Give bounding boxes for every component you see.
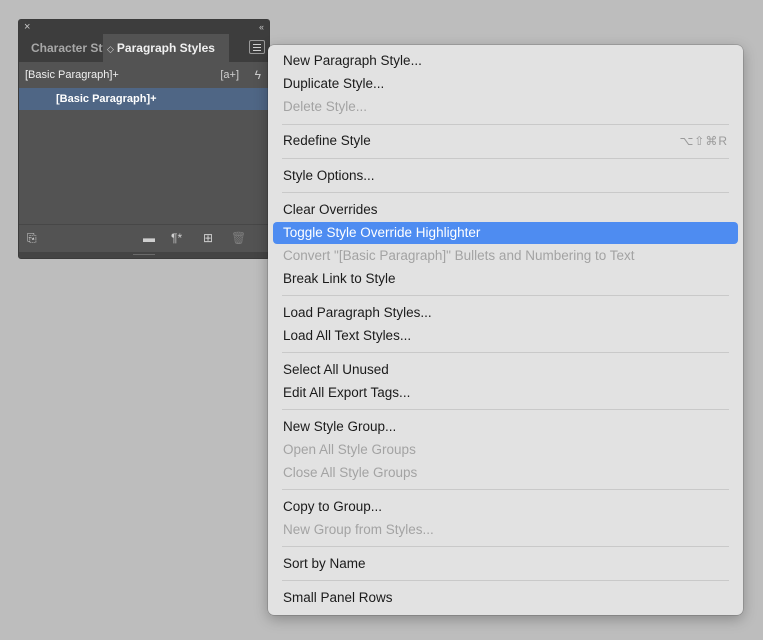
panel-menu-icon[interactable]: [249, 40, 265, 54]
redefine-style-shortcut: ⌥⇧⌘R: [679, 134, 728, 148]
panel-tab-bar: Character Styles ◇Paragraph Styles: [19, 34, 269, 62]
menu-item-toggle-override-highlighter[interactable]: Toggle Style Override Highlighter: [273, 222, 738, 244]
menu-item-clear-overrides[interactable]: Clear Overrides: [273, 199, 738, 221]
menu-item-small-panel-rows[interactable]: Small Panel Rows: [273, 587, 738, 609]
delete-icon[interactable]: 🗑: [231, 231, 246, 245]
menu-item-convert-bullets[interactable]: Convert "[Basic Paragraph]" Bullets and …: [273, 245, 738, 267]
menu-separator: [282, 124, 729, 125]
clear-overrides-icon[interactable]: ¶*: [171, 231, 182, 245]
menu-item-style-options[interactable]: Style Options...: [273, 165, 738, 187]
tab-character-styles[interactable]: Character Styles: [19, 34, 113, 62]
menu-item-redefine-style[interactable]: Redefine Style ⌥⇧⌘R: [273, 130, 738, 152]
tab-paragraph-styles-label: Paragraph Styles: [116, 41, 215, 55]
menu-item-load-all-text-styles[interactable]: Load All Text Styles...: [273, 325, 738, 347]
menu-item-close-all-groups[interactable]: Close All Style Groups: [273, 462, 738, 484]
close-icon[interactable]: ×: [24, 20, 30, 34]
menu-item-edit-export-tags[interactable]: Edit All Export Tags...: [273, 382, 738, 404]
quick-apply-icon[interactable]: ϟ: [255, 66, 261, 84]
menu-separator: [282, 409, 729, 410]
menu-separator: [282, 295, 729, 296]
menu-separator: [282, 192, 729, 193]
menu-item-load-paragraph-styles[interactable]: Load Paragraph Styles...: [273, 302, 738, 324]
menu-item-duplicate-style[interactable]: Duplicate Style...: [273, 73, 738, 95]
menu-separator: [282, 158, 729, 159]
list-item[interactable]: [Basic Paragraph]+: [19, 88, 269, 110]
panel-title-bar[interactable]: × ‹‹: [19, 20, 269, 34]
menu-item-delete-style[interactable]: Delete Style...: [273, 96, 738, 118]
paragraph-styles-panel: × ‹‹ Character Styles ◇Paragraph Styles …: [18, 19, 270, 259]
menu-separator: [282, 580, 729, 581]
panel-bottom-toolbar: ⎘ ▬ ¶* ⊞ 🗑: [19, 224, 269, 253]
menu-item-select-all-unused[interactable]: Select All Unused: [273, 359, 738, 381]
resize-grip[interactable]: [19, 252, 269, 258]
menu-item-sort-by-name[interactable]: Sort by Name: [273, 553, 738, 575]
menu-separator: [282, 546, 729, 547]
create-style-from-selection-icon[interactable]: [a+]: [220, 67, 239, 83]
menu-item-copy-to-group[interactable]: Copy to Group...: [273, 496, 738, 518]
panel-context-menu: New Paragraph Style... Duplicate Style..…: [268, 45, 743, 615]
collapse-icon[interactable]: ‹‹: [259, 20, 264, 34]
menu-separator: [282, 489, 729, 490]
current-style-row: [Basic Paragraph]+ [a+] ϟ: [19, 66, 269, 86]
load-styles-icon[interactable]: ⎘: [27, 231, 37, 245]
menu-item-new-paragraph-style[interactable]: New Paragraph Style...: [273, 50, 738, 72]
new-style-icon[interactable]: ⊞: [203, 231, 213, 245]
tab-reorder-icon: ◇: [107, 44, 114, 54]
tab-paragraph-styles[interactable]: ◇ Paragraph Styles: [103, 34, 229, 62]
menu-item-new-group-from-styles[interactable]: New Group from Styles...: [273, 519, 738, 541]
folder-icon[interactable]: ▬: [143, 231, 155, 245]
menu-item-open-all-groups[interactable]: Open All Style Groups: [273, 439, 738, 461]
menu-item-new-style-group[interactable]: New Style Group...: [273, 416, 738, 438]
list-item-label: [Basic Paragraph]+: [56, 93, 157, 105]
menu-separator: [282, 352, 729, 353]
current-style-label: [Basic Paragraph]+: [25, 69, 119, 81]
menu-item-break-link[interactable]: Break Link to Style: [273, 268, 738, 290]
